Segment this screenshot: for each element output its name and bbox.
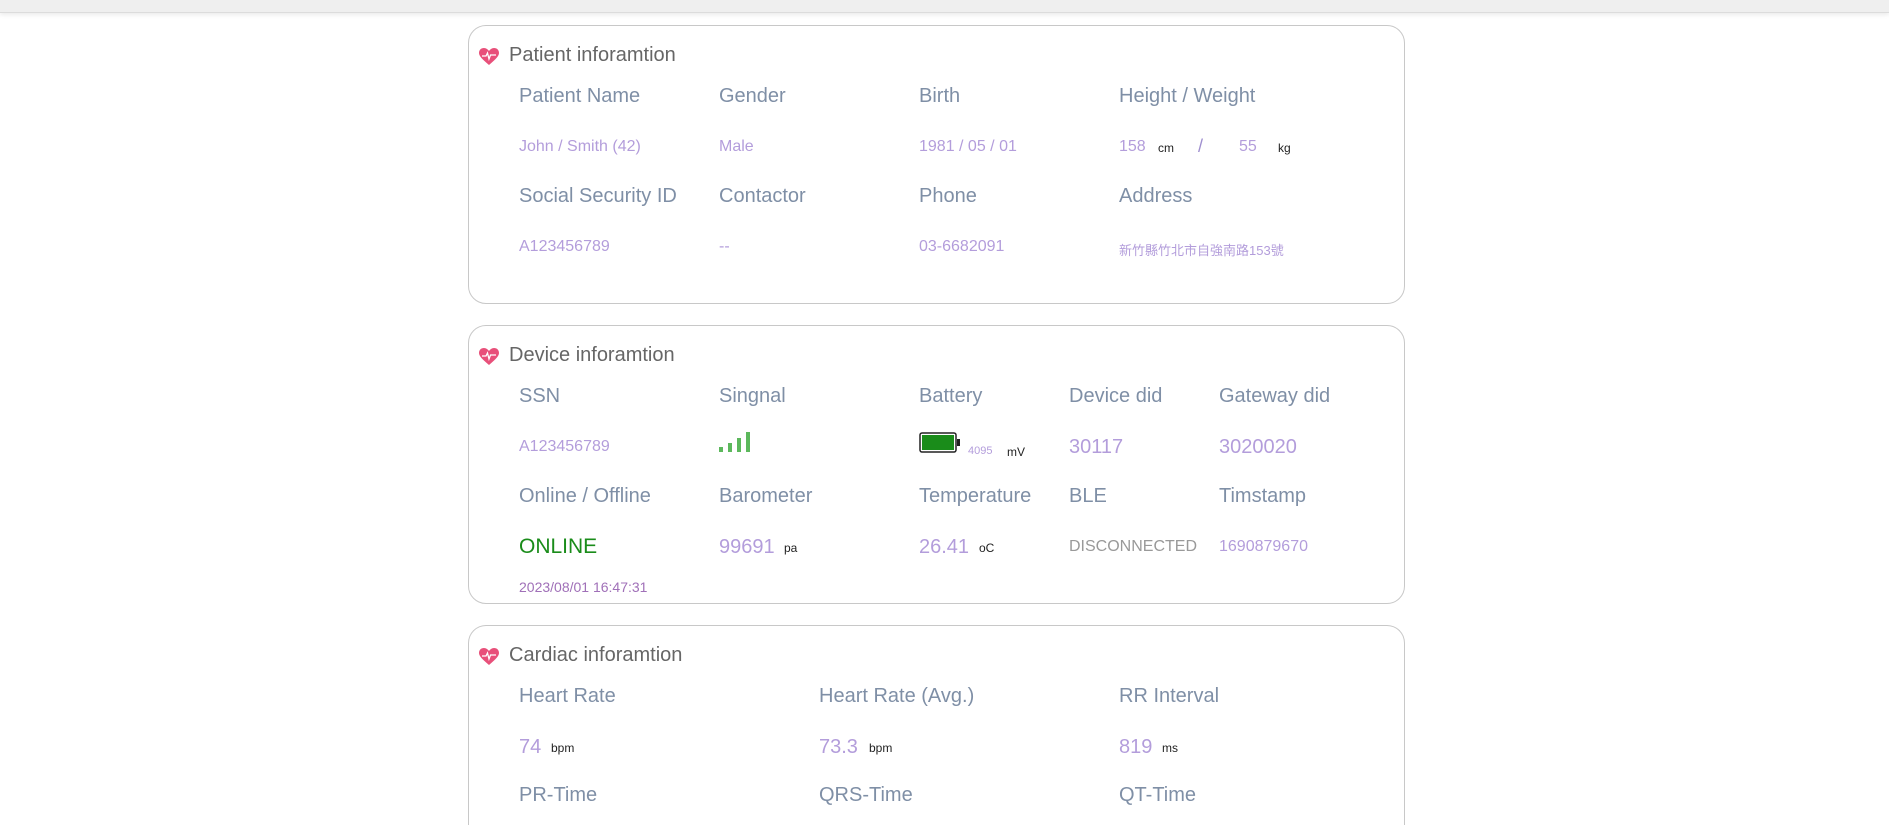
address-label: Address <box>1119 185 1193 207</box>
heart-rate-value: 74 <box>519 736 542 758</box>
ble-label: BLE <box>1069 485 1107 507</box>
qrs-time-label: QRS-Time <box>819 784 913 806</box>
contactor-value: -- <box>719 238 730 255</box>
heart-icon <box>479 48 499 65</box>
height-unit: cm <box>1158 141 1174 155</box>
heart-icon <box>479 648 499 665</box>
rr-interval-unit: ms <box>1162 741 1178 755</box>
battery-full-icon <box>919 432 960 453</box>
temperature-unit: oC <box>979 541 995 555</box>
battery-unit: mV <box>1007 445 1025 459</box>
device-info-card: Device inforamtion SSN Singnal Battery D… <box>468 325 1405 604</box>
birth-value: 1981 / 05 / 01 <box>919 138 1017 155</box>
device-did-label: Device did <box>1069 385 1163 407</box>
rr-interval-value: 819 <box>1119 736 1153 758</box>
timestamp-value: 1690879670 <box>1219 538 1308 555</box>
address-value: 新竹縣竹北市自強南路153號 <box>1119 243 1284 258</box>
ble-status: DISCONNECTED <box>1069 538 1198 555</box>
card-title: Cardiac inforamtion <box>509 644 683 666</box>
cardiac-info-card: Cardiac inforamtion Heart Rate Heart Rat… <box>468 625 1405 825</box>
qt-time-label: QT-Time <box>1119 784 1197 806</box>
gender-value: Male <box>719 138 754 155</box>
phone-label: Phone <box>919 185 977 207</box>
online-status: ONLINE <box>519 535 598 558</box>
birth-label: Birth <box>919 85 961 107</box>
barometer-value: 99691 <box>719 536 775 558</box>
heart-rate-label: Heart Rate <box>519 685 616 707</box>
patient-name-label: Patient Name <box>519 85 641 107</box>
battery-label: Battery <box>919 385 983 407</box>
weight-unit: kg <box>1278 141 1291 155</box>
height-value: 158 <box>1119 138 1146 155</box>
height-weight-separator: / <box>1198 136 1204 156</box>
gateway-did-label: Gateway did <box>1219 385 1331 407</box>
heart-rate-avg-unit: bpm <box>869 741 893 755</box>
timestamp-label: Timstamp <box>1219 485 1307 507</box>
patient-name-value: John / Smith (42) <box>519 138 641 155</box>
ssid-value: A123456789 <box>519 238 610 255</box>
online-offline-label: Online / Offline <box>519 485 651 507</box>
barometer-unit: pa <box>784 541 798 555</box>
browser-top-bar <box>0 0 1889 13</box>
card-title: Patient inforamtion <box>509 44 676 66</box>
phone-value: 03-6682091 <box>919 238 1005 255</box>
rr-interval-label: RR Interval <box>1119 685 1220 707</box>
last-update-datetime: 2023/08/01 16:47:31 <box>519 579 648 595</box>
heart-rate-avg-value: 73.3 <box>819 736 858 758</box>
heart-rate-avg-label: Heart Rate (Avg.) <box>819 685 975 707</box>
ssid-label: Social Security ID <box>519 185 677 207</box>
pr-time-label: PR-Time <box>519 784 598 806</box>
signal-bars-icon <box>719 432 750 452</box>
heart-icon <box>479 348 499 365</box>
patient-info-card: Patient inforamtion Patient Name Gender … <box>468 25 1405 304</box>
barometer-label: Barometer <box>719 485 813 507</box>
card-title: Device inforamtion <box>509 344 675 366</box>
device-did-value: 30117 <box>1069 436 1124 458</box>
gateway-did-value: 3020020 <box>1219 436 1297 458</box>
weight-value: 55 <box>1239 138 1257 155</box>
contactor-label: Contactor <box>719 185 806 207</box>
height-weight-label: Height / Weight <box>1119 85 1256 107</box>
signal-label: Singnal <box>719 385 786 407</box>
ssn-value: A123456789 <box>519 438 610 455</box>
heart-rate-unit: bpm <box>551 741 575 755</box>
temperature-label: Temperature <box>919 485 1032 507</box>
temperature-value: 26.41 <box>919 536 970 558</box>
ssn-label: SSN <box>519 385 561 407</box>
gender-label: Gender <box>719 85 786 107</box>
battery-mv-value: 4095 <box>968 445 993 457</box>
